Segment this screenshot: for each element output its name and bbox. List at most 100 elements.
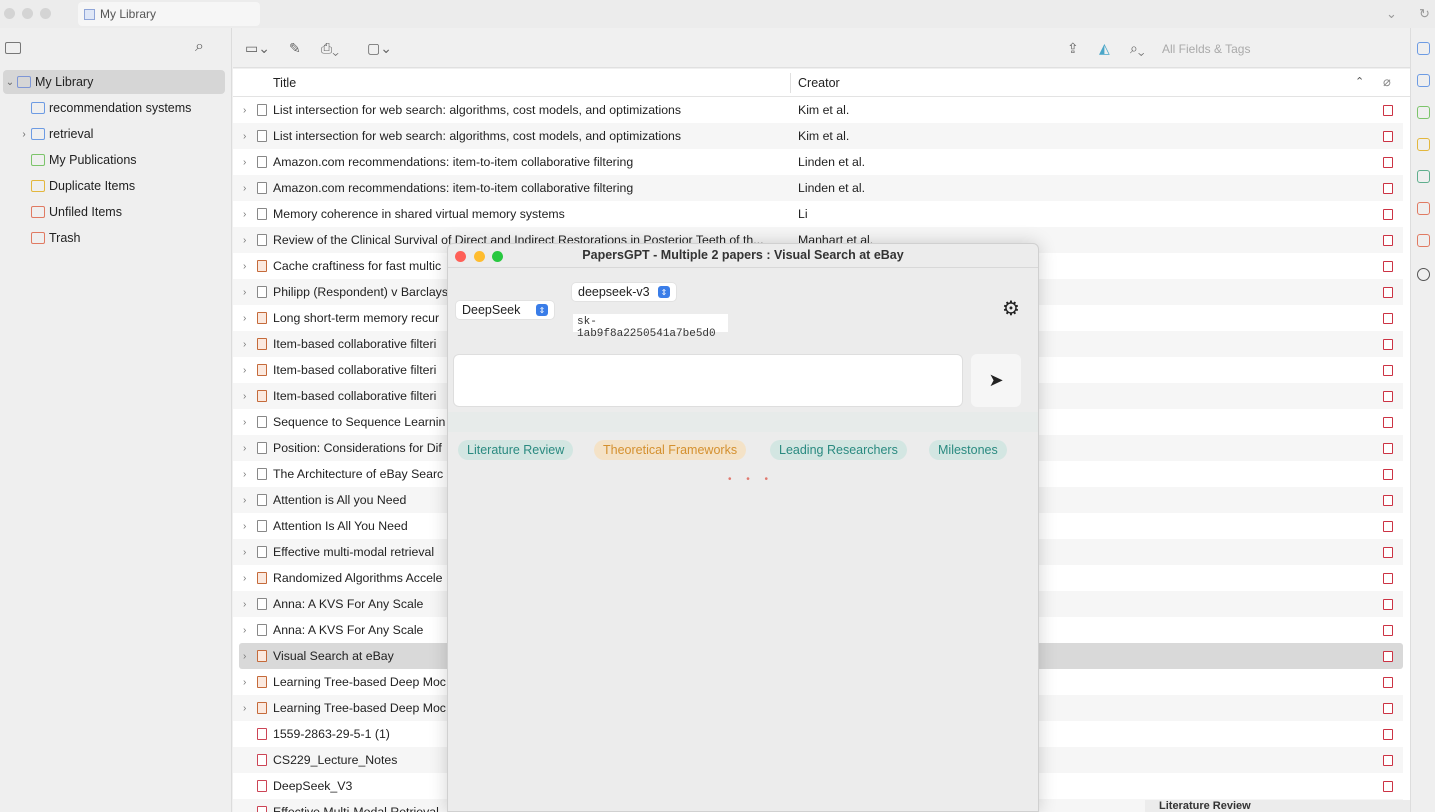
sidebar-item[interactable]: ⌄ My Library xyxy=(3,70,225,94)
chevron-right-icon[interactable]: › xyxy=(243,157,246,168)
add-attachment-icon[interactable]: ⎙⌄ xyxy=(321,40,339,57)
chevron-down-icon[interactable]: ⌄ xyxy=(3,77,17,88)
papersgpt-icon[interactable]: ◭ xyxy=(1099,40,1110,57)
sidebar-item[interactable]: My Publications xyxy=(3,148,225,172)
pdf-attachment-icon[interactable] xyxy=(1383,702,1393,714)
pdf-attachment-icon[interactable] xyxy=(1383,468,1393,480)
sort-ascending-icon[interactable]: ⌃ xyxy=(1355,75,1364,88)
sidebar-item[interactable]: Unfiled Items xyxy=(3,200,225,224)
table-row[interactable]: › Amazon.com recommendations: item-to-ite… xyxy=(233,175,1403,201)
info-icon[interactable] xyxy=(1417,42,1430,55)
table-row[interactable]: › List intersection for web search: algor… xyxy=(233,97,1403,123)
pdf-attachment-icon[interactable] xyxy=(1383,650,1393,662)
suggestion-chip[interactable]: Theoretical Frameworks xyxy=(594,440,747,460)
suggestion-chip[interactable]: Milestones xyxy=(929,440,1007,460)
chevron-right-icon[interactable]: › xyxy=(243,573,246,584)
related-icon[interactable] xyxy=(1417,234,1430,247)
new-item-icon[interactable]: ▭⌄ xyxy=(245,40,270,57)
chevron-right-icon[interactable]: › xyxy=(243,105,246,116)
chevron-right-icon[interactable]: › xyxy=(243,209,246,220)
chevron-right-icon[interactable]: › xyxy=(243,365,246,376)
chevron-right-icon[interactable]: › xyxy=(243,703,246,714)
chevron-right-icon[interactable]: › xyxy=(243,469,246,480)
pdf-attachment-icon[interactable] xyxy=(1383,624,1393,636)
gear-icon[interactable]: ⚙ xyxy=(1002,296,1020,321)
chevron-right-icon[interactable]: › xyxy=(243,313,246,324)
sidebar-item[interactable]: Trash xyxy=(3,226,225,250)
chevron-right-icon[interactable]: › xyxy=(243,183,246,194)
column-header-title[interactable]: Title xyxy=(273,76,296,90)
pdf-attachment-icon[interactable] xyxy=(1383,234,1393,246)
column-divider[interactable] xyxy=(790,73,791,93)
dialog-zoom-button[interactable] xyxy=(492,251,503,262)
locate-icon[interactable]: ⇪ xyxy=(1067,40,1079,57)
sidebar-item[interactable]: Duplicate Items xyxy=(3,174,225,198)
dialog-minimize-button[interactable] xyxy=(474,251,485,262)
send-button[interactable]: ➤ xyxy=(971,354,1021,407)
provider-select[interactable]: DeepSeek ⇕ xyxy=(456,301,554,319)
pdf-attachment-icon[interactable] xyxy=(1383,104,1393,116)
pdf-attachment-icon[interactable] xyxy=(1383,494,1393,506)
pdf-attachment-icon[interactable] xyxy=(1383,754,1393,766)
pdf-attachment-icon[interactable] xyxy=(1383,546,1393,558)
chevron-right-icon[interactable]: › xyxy=(243,235,246,246)
api-key-field[interactable]: sk-1ab9f8a2250541a7be5d0 xyxy=(573,314,728,340)
new-collection-icon[interactable] xyxy=(5,42,21,54)
pdf-attachment-icon[interactable] xyxy=(1383,676,1393,688)
pdf-attachment-icon[interactable] xyxy=(1383,260,1393,272)
chevron-right-icon[interactable]: › xyxy=(243,495,246,506)
attachments-icon[interactable] xyxy=(1417,106,1430,119)
suggestion-chip[interactable]: Leading Researchers xyxy=(770,440,907,460)
prompt-input[interactable] xyxy=(453,354,963,407)
chevron-right-icon[interactable]: › xyxy=(243,625,246,636)
chevron-right-icon[interactable]: › xyxy=(243,339,246,350)
chevron-right-icon[interactable]: › xyxy=(243,261,246,272)
pdf-attachment-icon[interactable] xyxy=(1383,312,1393,324)
dialog-close-button[interactable] xyxy=(455,251,466,262)
close-window-button[interactable] xyxy=(4,8,15,19)
sidebar-item[interactable]: › retrieval xyxy=(3,122,225,146)
table-row[interactable]: › List intersection for web search: algor… xyxy=(233,123,1403,149)
pdf-attachment-icon[interactable] xyxy=(1383,156,1393,168)
chevron-right-icon[interactable]: › xyxy=(243,417,246,428)
suggestion-chip[interactable]: Literature Review xyxy=(458,440,574,460)
chevron-right-icon[interactable]: › xyxy=(243,521,246,532)
chevron-right-icon[interactable]: › xyxy=(243,677,246,688)
abstract-icon[interactable] xyxy=(1417,74,1430,87)
chevron-right-icon[interactable]: › xyxy=(243,547,246,558)
pdf-attachment-icon[interactable] xyxy=(1383,598,1393,610)
chevron-right-icon[interactable]: › xyxy=(243,391,246,402)
pdf-attachment-icon[interactable] xyxy=(1383,182,1393,194)
pdf-attachment-icon[interactable] xyxy=(1383,286,1393,298)
chevron-right-icon[interactable]: › xyxy=(243,131,246,142)
chevron-right-icon[interactable]: › xyxy=(243,287,246,298)
search-input[interactable]: All Fields & Tags xyxy=(1162,42,1250,56)
column-header-creator[interactable]: Creator xyxy=(798,76,840,90)
libraries-icon[interactable] xyxy=(1417,170,1430,183)
tags-icon[interactable] xyxy=(1417,202,1430,215)
model-select[interactable]: deepseek-v3 ⇕ xyxy=(572,283,676,301)
pdf-attachment-icon[interactable] xyxy=(1383,572,1393,584)
pdf-attachment-icon[interactable] xyxy=(1383,520,1393,532)
pdf-attachment-icon[interactable] xyxy=(1383,338,1393,350)
pdf-attachment-icon[interactable] xyxy=(1383,728,1393,740)
table-row[interactable]: › Amazon.com recommendations: item-to-ite… xyxy=(233,149,1403,175)
locate-icon[interactable] xyxy=(1417,268,1430,281)
search-icon[interactable]: ⌕⌄ xyxy=(1130,40,1144,57)
pdf-attachment-icon[interactable] xyxy=(1383,780,1393,792)
chevron-right-icon[interactable]: › xyxy=(17,129,31,140)
pdf-attachment-icon[interactable] xyxy=(1383,364,1393,376)
chevron-right-icon[interactable]: › xyxy=(243,443,246,454)
pdf-attachment-icon[interactable] xyxy=(1383,442,1393,454)
library-tab[interactable]: My Library xyxy=(78,2,260,26)
new-note-icon[interactable]: ▢⌄ xyxy=(367,40,392,57)
pdf-attachment-icon[interactable] xyxy=(1383,130,1393,142)
attachment-column-icon[interactable]: ⌀ xyxy=(1383,74,1391,90)
notes-icon[interactable] xyxy=(1417,138,1430,151)
zoom-window-button[interactable] xyxy=(40,8,51,19)
table-row[interactable]: › Memory coherence in shared virtual memo… xyxy=(233,201,1403,227)
pdf-attachment-icon[interactable] xyxy=(1383,208,1393,220)
sidebar-item[interactable]: recommendation systems xyxy=(3,96,225,120)
pdf-attachment-icon[interactable] xyxy=(1383,416,1393,428)
chevron-down-icon[interactable]: ⌄ xyxy=(1386,6,1397,22)
